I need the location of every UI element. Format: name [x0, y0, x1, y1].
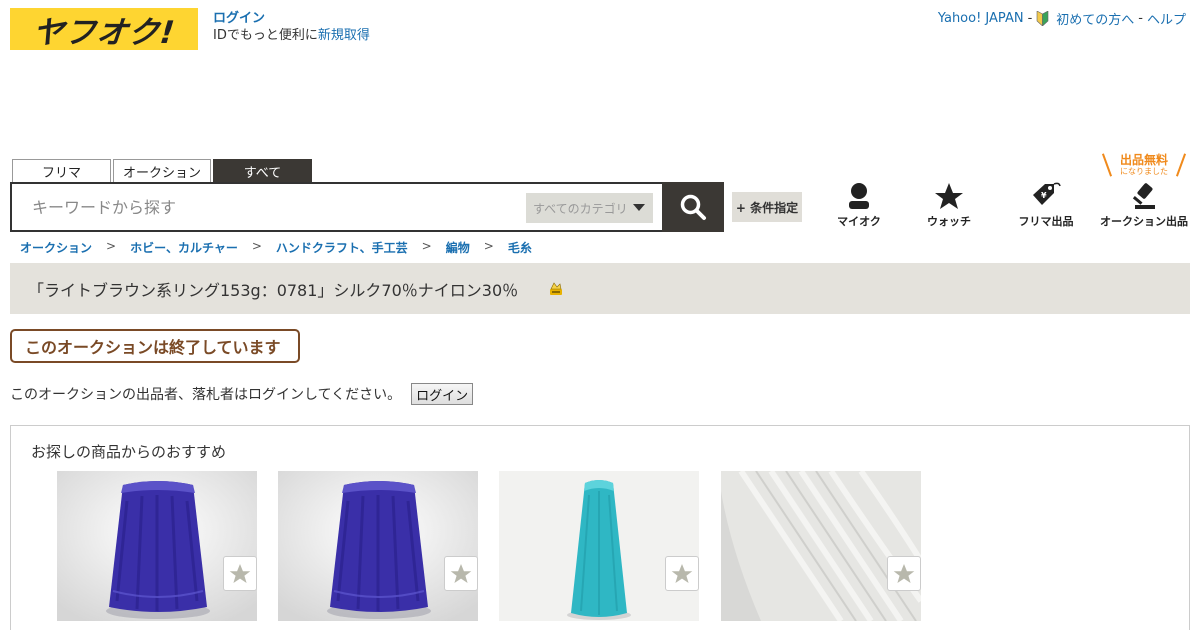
star-icon — [450, 563, 472, 584]
star-icon — [935, 183, 963, 209]
star-icon — [671, 563, 693, 584]
breadcrumb-separator: > — [421, 239, 432, 253]
auction-ended-label: このオークションは終了しています — [10, 329, 300, 363]
recommendation-panel: お探しの商品からのおすすめ — [10, 425, 1190, 630]
free-listing-badge[interactable]: 出品無料 になりました — [1101, 151, 1187, 177]
item-title: 「ライトブラウン系リング153g：0781」シルク70％ナイロン30％ — [28, 280, 519, 300]
nav-flea-listing[interactable]: ¥ フリマ出品 — [996, 180, 1096, 229]
gavel-icon — [1132, 183, 1155, 209]
help-link[interactable]: ヘルプ — [1147, 9, 1186, 28]
seller-login-message: このオークションの出品者、落札者はログインしてください。 — [10, 387, 402, 403]
nav-myauc-label: マイオク — [837, 215, 881, 228]
beginner-mark-icon — [1036, 10, 1049, 27]
recommended-item[interactable] — [278, 471, 478, 621]
login-button[interactable]: ログイン — [411, 383, 474, 405]
breadcrumb-item-auction[interactable]: オークション — [20, 239, 92, 256]
separator: - — [1138, 11, 1143, 26]
turquoise-yarn-cone-image — [499, 471, 699, 621]
seller-login-note: このオークションの出品者、落札者はログインしてください。 ログイン — [10, 383, 474, 405]
free-badge-sub: になりました — [1120, 167, 1168, 176]
star-icon — [229, 563, 251, 584]
star-icon — [893, 563, 915, 584]
breadcrumb-separator: > — [483, 239, 494, 253]
person-icon — [849, 183, 869, 209]
search-tabs: フリマ オークション すべて — [12, 159, 312, 182]
yahoo-japan-link[interactable]: Yahoo! JAPAN — [938, 11, 1024, 26]
nav-watch[interactable]: ウォッチ — [899, 180, 999, 229]
price-tag-icon: ¥ — [1033, 182, 1061, 205]
nav-icons: マイオク ウォッチ ¥ フリマ出品 オークション出品 — [0, 180, 1200, 230]
watch-star-button[interactable] — [887, 556, 921, 591]
login-link[interactable]: ログイン — [213, 11, 265, 26]
nav-auction-listing[interactable]: オークション出品 — [1094, 180, 1194, 229]
yahuoku-logo[interactable]: ヤフオク! — [10, 8, 198, 51]
breadcrumb-item-yarn[interactable]: 毛糸 — [508, 239, 532, 256]
login-box: ログイン IDでもっと便利に新規取得 — [213, 10, 370, 44]
breadcrumb-item-handcraft[interactable]: ハンドクラフト、手工芸 — [276, 239, 408, 256]
header-links: Yahoo! JAPAN - 初めての方へ - ヘルプ — [938, 9, 1186, 28]
tab-all[interactable]: すべて — [213, 159, 312, 182]
recommended-item[interactable] — [499, 471, 699, 621]
separator: - — [1027, 11, 1033, 26]
svg-text:¥: ¥ — [1041, 191, 1047, 200]
tab-auction[interactable]: オークション — [113, 159, 211, 182]
breadcrumb: オークション > ホビー、カルチャー > ハンドクラフト、手工芸 > 編物 > … — [20, 239, 532, 256]
breadcrumb-item-hobby[interactable]: ホビー、カルチャー — [130, 239, 238, 256]
item-status-icon — [550, 281, 563, 295]
watch-star-button[interactable] — [665, 556, 699, 591]
nav-flea-listing-label: フリマ出品 — [1018, 215, 1074, 228]
register-link[interactable]: 新規取得 — [318, 28, 370, 43]
recommendation-title: お探しの商品からのおすすめ — [31, 443, 227, 461]
recommended-item[interactable] — [721, 471, 921, 621]
breadcrumb-separator: > — [251, 239, 262, 253]
breadcrumb-separator: > — [106, 239, 117, 253]
beginners-link[interactable]: 初めての方へ — [1056, 9, 1134, 28]
nav-auction-listing-label: オークション出品 — [1100, 215, 1188, 228]
nav-watch-label: ウォッチ — [927, 215, 971, 228]
item-title-bar: 「ライトブラウン系リング153g：0781」シルク70％ナイロン30％ — [10, 263, 1190, 314]
recommended-item[interactable] — [57, 471, 257, 621]
watch-star-button[interactable] — [444, 556, 478, 591]
login-prompt: IDでもっと便利に — [213, 28, 318, 43]
white-yarn-cone-image — [721, 471, 921, 621]
purple-yarn-cone-image — [278, 471, 478, 621]
breadcrumb-item-knitting[interactable]: 編物 — [446, 239, 470, 256]
tab-flea[interactable]: フリマ — [12, 159, 111, 182]
nav-myauc[interactable]: マイオク — [809, 180, 909, 229]
purple-yarn-cone-image — [57, 471, 257, 621]
watch-star-button[interactable] — [223, 556, 257, 591]
